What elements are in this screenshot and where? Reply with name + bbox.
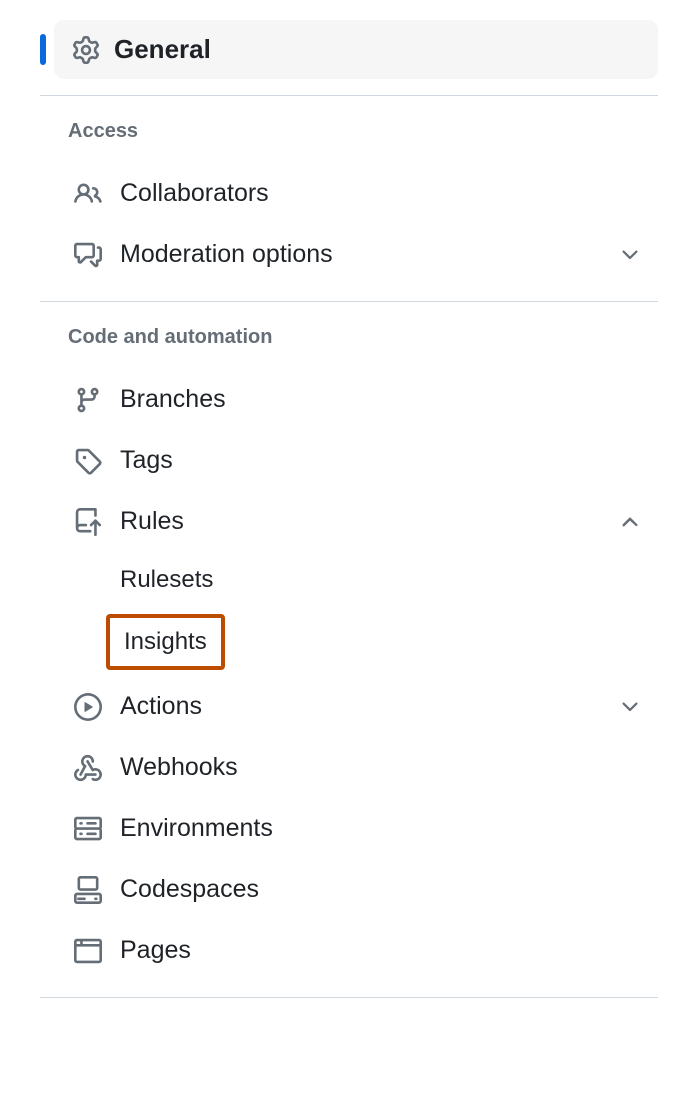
section-header-code-automation: Code and automation [40, 302, 658, 369]
people-icon [74, 180, 102, 208]
nav-sub-item-rulesets[interactable]: Rulesets [40, 552, 658, 608]
git-branch-icon [74, 386, 102, 414]
nav-item-codespaces[interactable]: Codespaces [40, 859, 658, 920]
nav-label-moderation: Moderation options [120, 240, 600, 269]
settings-sidebar: General Access Collaborators Moderation … [0, 0, 686, 1018]
nav-label-rules: Rules [120, 507, 600, 536]
gear-icon [72, 36, 100, 64]
nav-label-rulesets: Rulesets [120, 566, 213, 594]
server-icon [74, 815, 102, 843]
nav-label-branches: Branches [120, 385, 642, 414]
nav-label-tags: Tags [120, 446, 642, 475]
nav-label-environments: Environments [120, 814, 642, 843]
nav-item-tags[interactable]: Tags [40, 430, 658, 491]
active-indicator [40, 34, 46, 65]
tag-icon [74, 447, 102, 475]
nav-item-moderation[interactable]: Moderation options [40, 224, 658, 285]
codespaces-icon [74, 876, 102, 904]
nav-item-branches[interactable]: Branches [40, 369, 658, 430]
nav-sub-item-insights[interactable]: Insights [106, 614, 225, 670]
nav-label-pages: Pages [120, 936, 642, 965]
nav-label-webhooks: Webhooks [120, 753, 642, 782]
nav-item-collaborators[interactable]: Collaborators [40, 163, 658, 224]
nav-item-environments[interactable]: Environments [40, 798, 658, 859]
browser-icon [74, 937, 102, 965]
nav-item-actions[interactable]: Actions [40, 676, 658, 737]
comment-discussion-icon [74, 241, 102, 269]
nav-label-collaborators: Collaborators [120, 179, 642, 208]
nav-item-webhooks[interactable]: Webhooks [40, 737, 658, 798]
nav-label-general: General [114, 34, 211, 65]
chevron-down-icon [618, 695, 642, 719]
nav-label-insights: Insights [124, 628, 207, 656]
chevron-down-icon [618, 243, 642, 267]
webhook-icon [74, 754, 102, 782]
play-icon [74, 693, 102, 721]
nav-label-actions: Actions [120, 692, 600, 721]
nav-label-codespaces: Codespaces [120, 875, 642, 904]
chevron-up-icon [618, 510, 642, 534]
divider [40, 997, 658, 998]
nav-item-pages[interactable]: Pages [40, 920, 658, 981]
section-header-access: Access [40, 96, 658, 163]
nav-item-rules[interactable]: Rules [40, 491, 658, 552]
nav-item-general[interactable]: General [54, 20, 658, 79]
repo-push-icon [74, 508, 102, 536]
